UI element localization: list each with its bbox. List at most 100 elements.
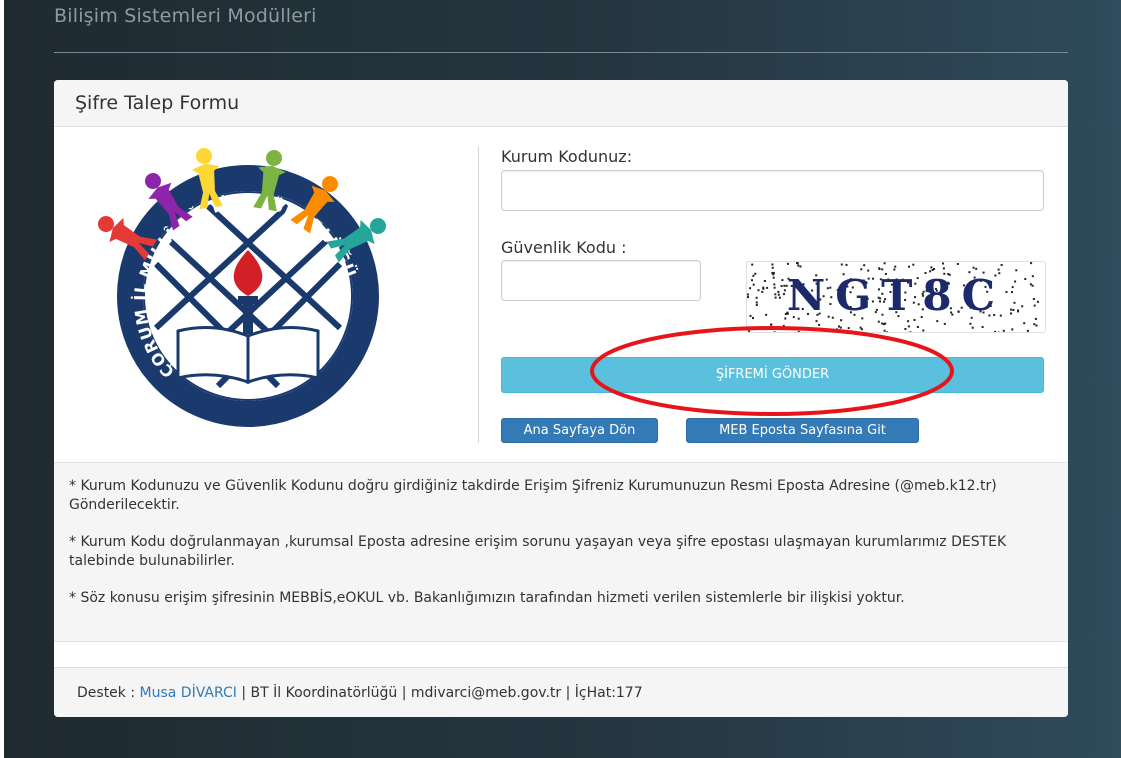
- captcha-noise-dot: [1010, 308, 1013, 311]
- captcha-noise-dot: [883, 329, 886, 332]
- captcha-noise-dot: [1011, 328, 1014, 331]
- captcha-noise-dot: [777, 290, 780, 293]
- meb-email-page-button[interactable]: MEB Eposta Sayfasına Git: [686, 418, 919, 443]
- captcha-noise-dot: [783, 284, 786, 287]
- captcha-noise-dot: [762, 286, 765, 289]
- captcha-noise-dot: [765, 313, 768, 316]
- info-note: * Söz konusu erişim şifresinin MEBBİS,eO…: [69, 590, 905, 606]
- captcha-noise-dot: [747, 296, 749, 299]
- captcha-noise-dot: [904, 328, 907, 330]
- captcha-noise-dot: [1024, 278, 1027, 280]
- captcha-noise-dot: [778, 296, 781, 299]
- captcha-noise-dot: [847, 327, 850, 330]
- captcha-noise-dot: [766, 286, 769, 289]
- captcha-noise-dot: [1000, 264, 1003, 266]
- captcha-noise-dot: [748, 330, 751, 332]
- captcha-noise-dot: [922, 329, 925, 332]
- captcha-noise-dot: [969, 322, 972, 325]
- captcha-noise-dot: [1017, 310, 1019, 313]
- captcha-noise-dot: [942, 267, 945, 270]
- captcha-noise-dot: [797, 264, 800, 267]
- captcha-noise-dot: [751, 279, 753, 282]
- captcha-noise-dot: [763, 280, 766, 282]
- footer-prefix: Destek :: [77, 685, 140, 701]
- captcha-noise-dot: [1033, 304, 1036, 307]
- captcha-noise-dot: [783, 289, 786, 292]
- captcha-noise-dot: [836, 328, 838, 331]
- captcha-noise-dot: [1034, 317, 1037, 320]
- captcha-noise-dot: [747, 293, 749, 296]
- captcha-noise-dot: [777, 293, 780, 296]
- captcha-noise-dot: [863, 264, 866, 267]
- captcha-noise-dot: [884, 322, 887, 325]
- captcha-noise-dot: [770, 323, 772, 326]
- captcha-noise-dot: [782, 324, 785, 327]
- captcha-noise-dot: [838, 325, 840, 328]
- captcha-noise-dot: [859, 326, 862, 329]
- captcha-noise-dot: [1030, 262, 1033, 265]
- captcha-noise-dot: [818, 323, 821, 326]
- captcha-noise-dot: [774, 296, 777, 299]
- captcha-noise-dot: [1029, 283, 1032, 286]
- page-header-title: Bilişim Sistemleri Modülleri: [54, 5, 317, 27]
- captcha-noise-dot: [1014, 280, 1017, 283]
- captcha-noise-dot: [936, 320, 939, 323]
- info-notes: * Kurum Kodunuzu ve Güvenlik Kodunu doğr…: [54, 462, 1068, 642]
- captcha-noise-dot: [840, 263, 843, 266]
- captcha-noise-dot: [755, 296, 758, 299]
- captcha-noise-dot: [774, 293, 777, 296]
- captcha-noise-dot: [771, 263, 774, 266]
- security-code-label: Güvenlik Kodu :: [501, 238, 627, 257]
- captcha-noise-dot: [797, 331, 800, 332]
- captcha-text: NGT8C: [787, 271, 1005, 320]
- captcha-noise-dot: [956, 263, 959, 265]
- captcha-noise-dot: [1021, 305, 1024, 308]
- captcha-noise-dot: [975, 267, 978, 270]
- captcha-noise-dot: [912, 263, 915, 266]
- footer-details: | BT İl Koordinatörlüğü | mdivarci@meb.g…: [236, 685, 643, 701]
- captcha-noise-dot: [1023, 322, 1026, 325]
- captcha-noise-dot: [1026, 329, 1029, 332]
- captcha-noise-dot: [860, 268, 863, 271]
- support-contact-link[interactable]: Musa DİVARCI: [140, 685, 237, 701]
- captcha-noise-dot: [752, 283, 755, 286]
- captcha-noise-dot: [1013, 301, 1016, 304]
- kurum-code-input[interactable]: [501, 170, 1044, 211]
- security-code-input[interactable]: [501, 260, 701, 301]
- kurum-code-label: Kurum Kodunuz:: [501, 147, 633, 166]
- captcha-noise-dot: [770, 326, 773, 329]
- captcha-noise-dot: [771, 266, 774, 269]
- captcha-noise-dot: [755, 304, 758, 306]
- captcha-noise-dot: [783, 293, 785, 296]
- captcha-noise-dot: [755, 301, 758, 304]
- captcha-noise-dot: [916, 326, 919, 328]
- captcha-noise-dot: [1032, 298, 1035, 300]
- info-note: * Kurum Kodu doğrulanmayan ,kurumsal Epo…: [69, 534, 1007, 569]
- window-left-edge: [0, 0, 4, 758]
- captcha-noise-dot: [773, 331, 776, 332]
- panel-title: Şifre Talep Formu: [54, 80, 1068, 127]
- captcha-noise-dot: [839, 326, 842, 329]
- captcha-noise-dot: [907, 320, 910, 323]
- password-request-panel: Şifre Talep Formu MİLLÎ EĞİ İM ÜDÜRL Ü Ç…: [54, 80, 1068, 717]
- captcha-noise-dot: [754, 272, 757, 275]
- captcha-noise-dot: [1031, 275, 1034, 278]
- captcha-noise-dot: [845, 263, 848, 266]
- captcha-noise-dot: [943, 322, 946, 325]
- home-page-button[interactable]: Ana Sayfaya Dön: [501, 418, 658, 443]
- captcha-image: NGT8C: [746, 261, 1046, 333]
- captcha-noise-dot: [1036, 300, 1039, 303]
- captcha-noise-dot: [878, 268, 881, 270]
- captcha-noise-dot: [1010, 312, 1012, 315]
- captcha-noise-dot: [907, 325, 910, 328]
- captcha-noise-dot: [877, 320, 880, 323]
- corum-meb-logo: MİLLÎ EĞİTİM MÜDÜRLÜĞÜ ÇORUM İL: [78, 146, 418, 431]
- captcha-noise-dot: [781, 279, 784, 282]
- send-password-button[interactable]: ŞİFREMİ GÖNDER: [501, 357, 1044, 393]
- captcha-noise-dot: [799, 265, 802, 268]
- captcha-noise-dot: [1011, 286, 1014, 289]
- captcha-noise-dot: [850, 330, 853, 332]
- captcha-noise-dot: [1012, 309, 1015, 311]
- captcha-noise-dot: [886, 331, 889, 332]
- captcha-noise-dot: [894, 265, 897, 268]
